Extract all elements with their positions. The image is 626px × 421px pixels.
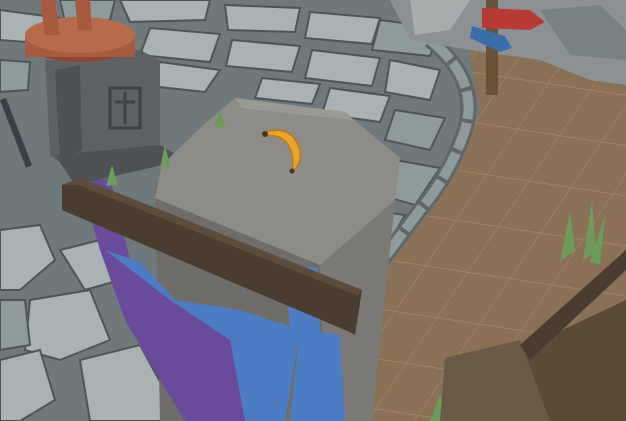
- game-viewport[interactable]: [0, 0, 626, 421]
- scene-canvas: [0, 0, 626, 421]
